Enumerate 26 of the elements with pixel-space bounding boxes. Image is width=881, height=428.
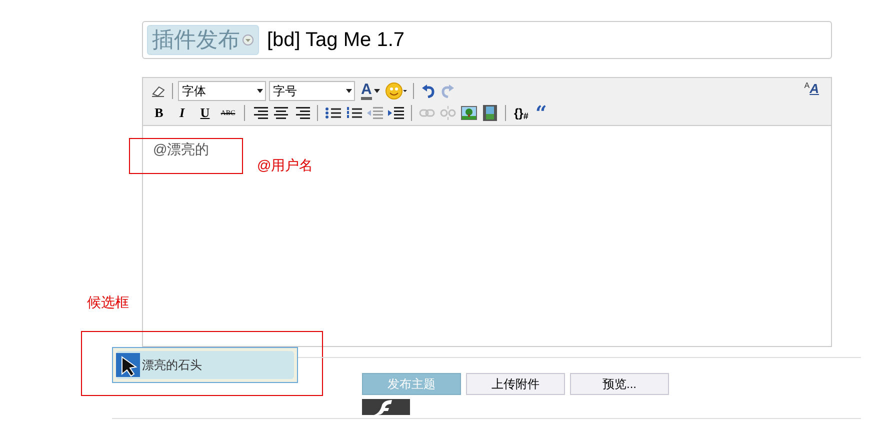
format-button[interactable]: B <box>149 103 169 123</box>
suggestion-item[interactable]: 漂亮的石头 <box>116 351 294 379</box>
caret-icon <box>346 89 352 93</box>
font-select[interactable]: 字体 <box>178 81 266 101</box>
font-color-button[interactable]: A <box>361 81 382 101</box>
form-button[interactable]: 上传附件 <box>466 373 565 395</box>
caret-icon <box>374 89 380 93</box>
quote-button[interactable]: “ <box>533 103 549 123</box>
code-button[interactable]: {}$_{#}$ <box>512 103 530 123</box>
title-field[interactable]: 插件发布 [bd] Tag Me 1.7 <box>142 21 832 59</box>
annotation-text: 候选框 <box>87 293 129 312</box>
form-button[interactable]: 预览... <box>570 373 669 395</box>
caret-icon <box>257 89 263 93</box>
image-icon[interactable] <box>460 103 478 123</box>
annotation-text: @用户名 <box>257 156 314 175</box>
flash-icon <box>362 399 410 415</box>
film-icon[interactable] <box>481 103 499 123</box>
dropdown-icon <box>242 34 254 46</box>
format-button[interactable]: U <box>195 103 215 123</box>
editor-text: @漂亮的 <box>153 141 210 157</box>
smiley-icon[interactable] <box>384 81 408 101</box>
size-select[interactable]: 字号 <box>269 81 355 101</box>
format-button[interactable]: I <box>172 103 192 123</box>
suggestion-name: 漂亮的石头 <box>142 357 202 374</box>
cursor-icon <box>116 353 140 377</box>
subject-text: [bd] Tag Me 1.7 <box>267 28 404 53</box>
